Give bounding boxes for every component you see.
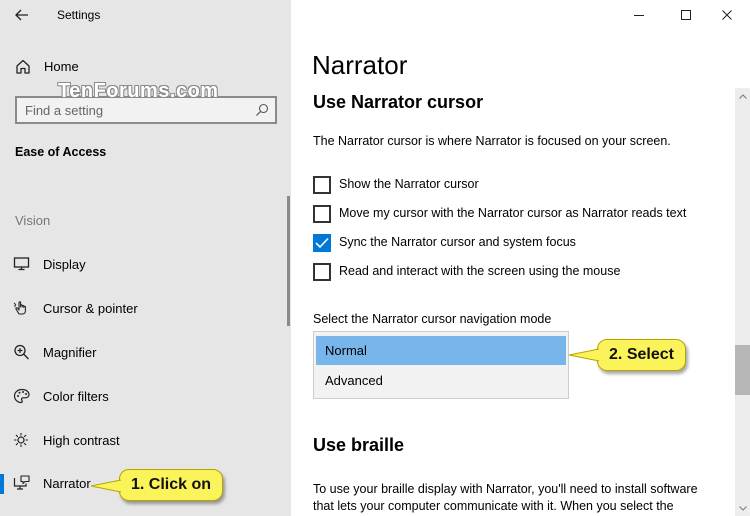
navigation-mode-dropdown[interactable]: Normal Advanced xyxy=(313,331,569,399)
back-arrow-icon xyxy=(15,9,28,21)
brightness-icon xyxy=(14,433,28,447)
braille-paragraph: To use your braille display with Narrato… xyxy=(313,482,698,513)
checkbox-sync-focus[interactable]: Sync the Narrator cursor and system focu… xyxy=(313,232,733,254)
checkbox-show-narrator-cursor[interactable]: Show the Narrator cursor xyxy=(313,174,733,196)
minimize-icon xyxy=(634,15,644,16)
pointer-hand-icon xyxy=(13,301,26,315)
checkbox-read-with-mouse[interactable]: Read and interact with the screen using … xyxy=(313,261,733,283)
sidebar-item-display[interactable]: Display xyxy=(0,249,291,279)
callout-pointer xyxy=(90,479,122,493)
callout-text: 1. Click on xyxy=(130,476,212,493)
checkbox-box[interactable] xyxy=(313,263,331,281)
home-icon xyxy=(16,59,30,74)
dropdown-label: Select the Narrator cursor navigation mo… xyxy=(313,312,552,326)
search-icon[interactable] xyxy=(255,103,269,117)
checkbox-label: Move my cursor with the Narrator cursor … xyxy=(339,206,687,220)
maximize-button[interactable] xyxy=(663,0,709,30)
sidebar-item-magnifier[interactable]: Magnifier xyxy=(0,337,291,367)
checkbox-label: Sync the Narrator cursor and system focu… xyxy=(339,235,576,249)
section-description: The Narrator cursor is where Narrator is… xyxy=(313,134,671,148)
sidebar-item-label: Display xyxy=(43,257,86,272)
sidebar-item-label: High contrast xyxy=(43,433,120,448)
checkmark-icon xyxy=(315,237,329,249)
search-input[interactable] xyxy=(25,102,245,119)
callout-step-2: 2. Select xyxy=(568,339,686,371)
dropdown-option-normal[interactable]: Normal xyxy=(316,336,566,365)
callout-text: 2. Select xyxy=(609,346,674,363)
checkbox-box[interactable] xyxy=(313,234,331,252)
sidebar-item-high-contrast[interactable]: High contrast xyxy=(0,425,291,455)
maximize-icon xyxy=(681,10,691,20)
sidebar: Settings Home Ease of Access Vision Disp… xyxy=(0,0,291,516)
checkbox-box[interactable] xyxy=(313,176,331,194)
main-scrollbar[interactable] xyxy=(735,88,750,516)
sidebar-scrollbar[interactable] xyxy=(287,196,290,326)
palette-icon xyxy=(13,388,30,404)
close-icon xyxy=(722,10,732,20)
home-label: Home xyxy=(44,59,79,74)
sidebar-item-label: Cursor & pointer xyxy=(43,301,138,316)
minimize-button[interactable] xyxy=(616,0,662,30)
option-label: Normal xyxy=(325,343,367,358)
magnifier-icon xyxy=(14,344,29,360)
sidebar-item-color-filters[interactable]: Color filters xyxy=(0,381,291,411)
sidebar-item-label: Narrator xyxy=(43,476,91,491)
callout-step-1: 1. Click on xyxy=(90,469,223,501)
section-title: Ease of Access xyxy=(15,145,107,159)
sidebar-item-home[interactable]: Home xyxy=(0,54,291,80)
checkbox-box[interactable] xyxy=(313,205,331,223)
checkbox-label: Show the Narrator cursor xyxy=(339,177,479,191)
checkbox-move-cursor[interactable]: Move my cursor with the Narrator cursor … xyxy=(313,203,733,225)
dropdown-option-advanced[interactable]: Advanced xyxy=(316,366,566,395)
search-box[interactable] xyxy=(15,96,277,124)
sidebar-item-label: Color filters xyxy=(43,389,109,404)
scroll-up-button[interactable] xyxy=(735,88,750,104)
section-heading-narrator-cursor: Use Narrator cursor xyxy=(313,92,484,112)
close-button[interactable] xyxy=(704,0,750,30)
sidebar-item-label: Magnifier xyxy=(43,345,97,360)
chevron-up-icon xyxy=(738,93,747,99)
callout-pointer xyxy=(568,348,600,362)
section-heading-braille: Use braille xyxy=(313,435,405,455)
monitor-icon xyxy=(13,257,30,271)
option-label: Advanced xyxy=(325,373,383,388)
scroll-down-button[interactable] xyxy=(735,500,750,516)
chevron-down-icon xyxy=(738,505,747,511)
page-title: Narrator xyxy=(312,50,408,80)
back-button[interactable] xyxy=(10,4,34,26)
sidebar-item-cursor-pointer[interactable]: Cursor & pointer xyxy=(0,293,291,323)
scroll-thumb[interactable] xyxy=(735,345,750,395)
title-bar-left: Settings xyxy=(0,0,291,30)
selection-indicator xyxy=(0,474,4,494)
group-label-vision: Vision xyxy=(15,213,51,228)
checkbox-label: Read and interact with the screen using … xyxy=(339,264,621,278)
app-title: Settings xyxy=(57,8,101,22)
narrator-icon xyxy=(13,475,30,490)
